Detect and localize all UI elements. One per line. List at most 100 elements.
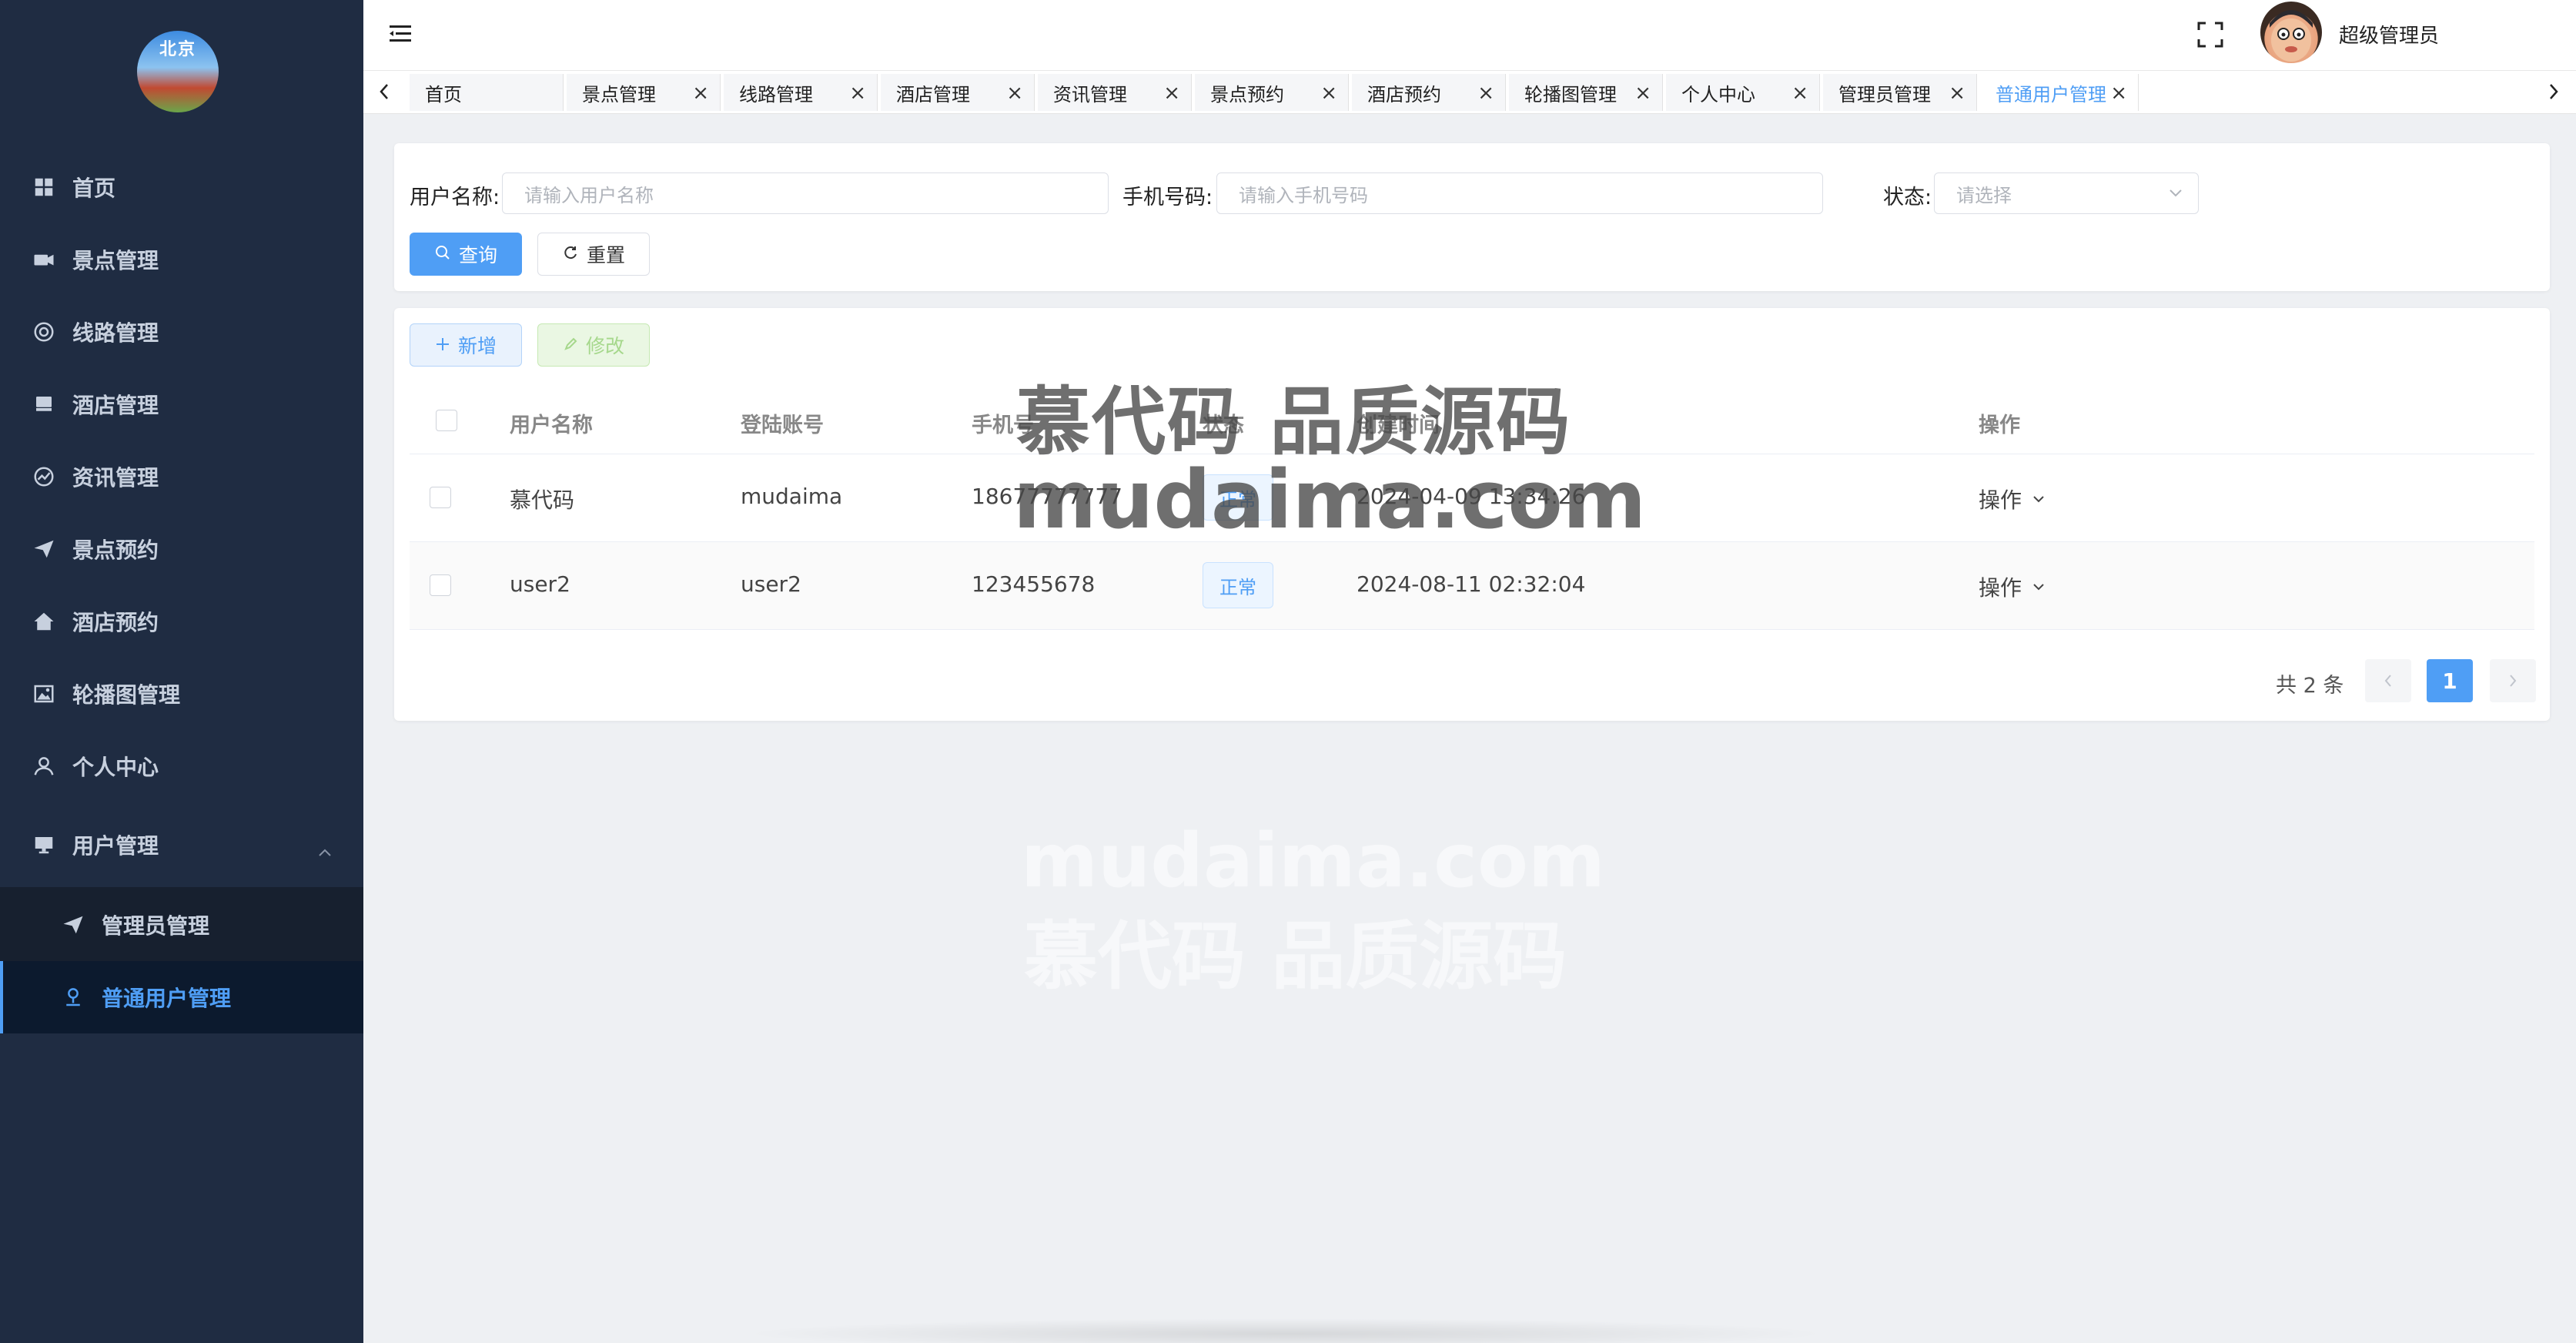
tab-label: 管理员管理 (1838, 83, 1931, 105)
watermark-text-faint: 慕代码 品质源码 (1024, 913, 1567, 1000)
sidebar-item-label: 酒店管理 (72, 393, 159, 418)
tab-hotel-booking[interactable]: 酒店预约 × (1352, 74, 1506, 111)
close-icon[interactable]: × (1791, 82, 1808, 105)
edit-icon (563, 334, 578, 357)
sidebar-item-carousel[interactable]: 轮播图管理 (0, 658, 363, 730)
phone-label: 手机号码: (1122, 186, 1213, 209)
tab-admin-mgmt[interactable]: 管理员管理 × (1823, 74, 1977, 111)
select-all-checkbox[interactable] (436, 410, 457, 431)
cell-account: mudaima (741, 484, 843, 509)
column-header: 用户名称 (510, 414, 593, 437)
add-button[interactable]: 新增 (410, 323, 522, 367)
close-icon[interactable]: × (1320, 82, 1337, 105)
user-stamp-icon (60, 984, 86, 1010)
tab-hotel[interactable]: 酒店管理 × (881, 74, 1035, 111)
tab-route[interactable]: 线路管理 × (724, 74, 878, 111)
fullscreen-icon[interactable] (2196, 20, 2225, 52)
tab-label: 景点预约 (1210, 83, 1284, 105)
tab-label: 线路管理 (739, 83, 813, 105)
tab-label: 景点管理 (582, 83, 656, 105)
phone-input[interactable]: 请输入手机号码 (1216, 172, 1823, 214)
search-panel: 用户名称: 请输入用户名称 手机号码: 请输入手机号码 状态: 请选择 查询 重… (394, 143, 2550, 291)
admin-name[interactable]: 超级管理员 (2339, 20, 2439, 49)
menu-toggle-icon[interactable] (388, 23, 413, 48)
pagination-total: 共 2 条 (2276, 674, 2344, 698)
paper-plane-icon (31, 536, 57, 562)
cell-account: user2 (741, 571, 801, 597)
close-icon[interactable]: × (849, 82, 866, 105)
pagination-prev-button[interactable] (2365, 659, 2411, 702)
status-label: 状态: (1883, 186, 1932, 209)
picture-icon (31, 681, 57, 707)
tab-scenic-booking[interactable]: 景点预约 × (1195, 74, 1349, 111)
monitor-icon (31, 832, 57, 858)
username-input[interactable]: 请输入用户名称 (502, 172, 1109, 214)
sidebar-item-label: 普通用户管理 (102, 986, 232, 1011)
tab-label: 资讯管理 (1053, 83, 1127, 105)
chevron-right-icon[interactable] (2542, 80, 2565, 103)
plus-icon (435, 334, 450, 357)
close-icon[interactable]: × (692, 82, 709, 105)
sidebar-item-route[interactable]: 线路管理 (0, 296, 363, 368)
row-checkbox[interactable] (430, 487, 451, 508)
tab-label: 首页 (425, 83, 462, 105)
sidebar-item-label: 首页 (72, 176, 116, 201)
avatar[interactable] (2260, 2, 2322, 63)
column-header: 状态 (1203, 414, 1244, 437)
tab-normal-user-mgmt[interactable]: 普通用户管理 × (1980, 74, 2139, 111)
watermark-url-faint: mudaima.com (1021, 818, 1605, 904)
tab-home[interactable]: 首页 (410, 74, 564, 111)
close-icon[interactable]: × (1634, 82, 1651, 105)
sidebar-item-profile[interactable]: 个人中心 (0, 730, 363, 802)
row-actions-dropdown[interactable]: 操作 (1979, 571, 2046, 602)
tags-bar: 首页 景点管理 × 线路管理 × 酒店管理 × 资讯管理 × 景点预约 × 酒店… (363, 71, 2576, 114)
pagination-next-button[interactable] (2490, 659, 2536, 702)
tab-scenic[interactable]: 景点管理 × (567, 74, 721, 111)
sidebar-item-label: 景点管理 (72, 248, 159, 273)
sidebar-item-label: 轮播图管理 (72, 682, 181, 708)
cell-phone: 18677777777 (972, 484, 1122, 509)
sidebar-item-home[interactable]: 首页 (0, 151, 363, 223)
query-button[interactable]: 查询 (410, 233, 522, 276)
cell-phone: 123455678 (972, 571, 1096, 597)
close-icon[interactable]: × (2110, 82, 2127, 105)
bottom-shadow (739, 1318, 1832, 1343)
sidebar-item-news[interactable]: 资讯管理 (0, 440, 363, 513)
sidebar-item-label: 资讯管理 (72, 465, 159, 491)
tab-label: 轮播图管理 (1524, 83, 1617, 105)
tab-carousel[interactable]: 轮播图管理 × (1509, 74, 1663, 111)
sidebar-item-scenic[interactable]: 景点管理 (0, 223, 363, 296)
tab-news[interactable]: 资讯管理 × (1038, 74, 1192, 111)
sidebar-item-normal-user-mgmt[interactable]: 普通用户管理 (0, 961, 363, 1033)
sidebar-item-label: 景点预约 (72, 538, 159, 563)
sidebar-item-admin-mgmt[interactable]: 管理员管理 (0, 889, 363, 961)
chevron-left-icon[interactable] (373, 80, 396, 103)
sidebar-item-user-mgmt[interactable]: 用户管理 (0, 809, 363, 881)
bed-icon (31, 391, 57, 417)
status-select[interactable]: 请选择 (1934, 172, 2199, 214)
column-header: 操作 (1979, 414, 2020, 437)
sidebar-item-hotel[interactable]: 酒店管理 (0, 368, 363, 440)
table-row[interactable]: 慕代码 mudaima 18677777777 正常 2024-04-09 13… (410, 454, 2534, 542)
chevron-down-icon (2167, 184, 2184, 206)
tab-label: 普通用户管理 (1996, 83, 2106, 105)
reset-button[interactable]: 重置 (537, 233, 650, 276)
sidebar-item-scenic-booking[interactable]: 景点预约 (0, 513, 363, 585)
table-row[interactable]: user2 user2 123455678 正常 2024-08-11 02:3… (410, 542, 2534, 630)
tab-profile[interactable]: 个人中心 × (1666, 74, 1820, 111)
ring-icon (31, 319, 57, 345)
sidebar-item-hotel-booking[interactable]: 酒店预约 (0, 585, 363, 658)
close-icon[interactable]: × (1477, 82, 1494, 105)
cell-created: 2024-04-09 13:34:26 (1357, 484, 1586, 509)
edit-button[interactable]: 修改 (537, 323, 650, 367)
close-icon[interactable]: × (1006, 82, 1023, 105)
top-header: 超级管理员 (363, 0, 2576, 71)
row-checkbox[interactable] (430, 574, 451, 596)
pagination-page-button[interactable]: 1 (2427, 659, 2473, 702)
close-icon[interactable]: × (1163, 82, 1180, 105)
user-icon (31, 753, 57, 779)
column-header: 创建时间 (1357, 414, 1440, 437)
close-icon[interactable]: × (1949, 82, 1965, 105)
tab-label: 酒店预约 (1367, 83, 1441, 105)
row-actions-dropdown[interactable]: 操作 (1979, 484, 2046, 514)
